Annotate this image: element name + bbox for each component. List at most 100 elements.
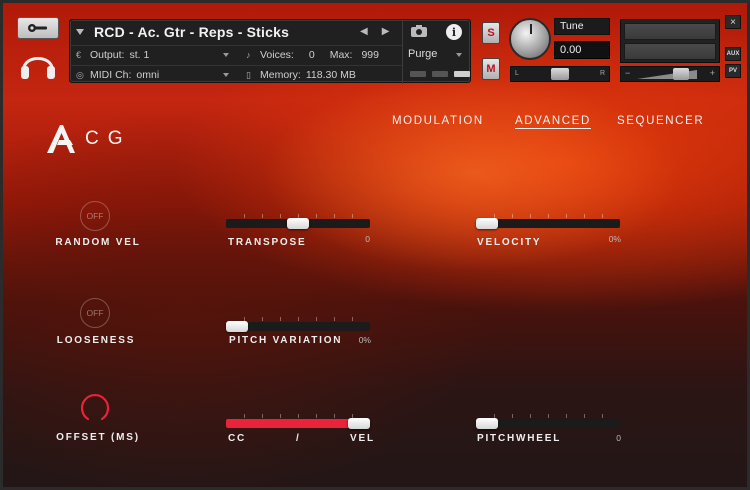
tab-modulation[interactable]: MODULATION — [392, 115, 484, 127]
offset-knob[interactable] — [80, 393, 110, 423]
output-field[interactable]: € Output: st. 1 — [76, 49, 149, 61]
divider — [402, 20, 403, 84]
midi-field[interactable]: ◎ MIDI Ch: omni — [76, 69, 159, 81]
mute-button[interactable]: M — [482, 58, 500, 80]
slider-tick — [262, 317, 263, 321]
slider-tick — [602, 414, 603, 418]
slider-tick — [530, 214, 531, 218]
output-icon: € — [76, 49, 82, 60]
instrument-nav-arrows: ◀ ▶ — [360, 26, 389, 37]
slider-tick — [602, 214, 603, 218]
slider-ticks — [476, 414, 620, 418]
voices-field: ♪ Voices: 0 Max: 999 — [246, 49, 379, 61]
camera-icon[interactable] — [410, 24, 428, 38]
instrument-name-bar[interactable]: RCD - Ac. Gtr - Reps - Sticks — [70, 20, 402, 44]
slider-ticks — [226, 414, 370, 418]
level-meter — [620, 19, 720, 63]
transpose-slider[interactable] — [226, 214, 370, 229]
pitch-variation-value: 0% — [358, 335, 371, 345]
info-icon[interactable]: i — [446, 24, 462, 40]
velocity-label: VELOCITY — [477, 237, 542, 248]
slider-tick — [262, 214, 263, 218]
slider-tick — [566, 414, 567, 418]
slider-tick — [584, 414, 585, 418]
output-row: € Output: st. 1 ♪ Voices: 0 Max: 999 — [70, 45, 402, 64]
tune-knob[interactable] — [509, 18, 551, 60]
velocity-thumb[interactable] — [476, 218, 498, 229]
meter-right — [624, 43, 716, 60]
memory-field: ▯ Memory: 118.30 MB — [246, 69, 356, 81]
volume-slider[interactable]: − + — [620, 66, 720, 82]
transpose-thumb[interactable] — [287, 218, 309, 229]
pitchwheel-value: 0 — [616, 433, 621, 443]
next-instrument-icon[interactable]: ▶ — [382, 26, 390, 37]
prev-instrument-icon[interactable]: ◀ — [360, 26, 368, 37]
looseness-toggle[interactable]: OFF — [80, 298, 110, 328]
slider-tick — [584, 214, 585, 218]
velocity-slider[interactable] — [476, 214, 620, 229]
wrench-button[interactable] — [17, 17, 59, 39]
volume-minus: − — [625, 68, 631, 78]
cc-vel-separator: / — [296, 433, 301, 444]
slider-tick — [262, 414, 263, 418]
slider-tick — [316, 317, 317, 321]
purge-dropdown-icon[interactable] — [456, 53, 462, 57]
random-vel-toggle[interactable]: OFF — [80, 201, 110, 231]
looseness-label: LOOSENESS — [56, 335, 136, 346]
voices-value: 0 — [308, 49, 315, 61]
slider-tick — [244, 214, 245, 218]
tab-sequencer[interactable]: SEQUENCER — [617, 115, 704, 127]
slider-tick — [512, 414, 513, 418]
plugin-window: RCD - Ac. Gtr - Reps - Sticks ◀ ▶ i € Ou… — [0, 0, 750, 490]
pan-slider[interactable]: L R — [510, 66, 610, 82]
memory-value: 118.30 MB — [305, 69, 356, 81]
output-label: Output: — [90, 49, 125, 61]
volume-handle[interactable] — [673, 68, 689, 80]
tune-value[interactable]: 0.00 — [554, 41, 610, 59]
wrench-icon — [28, 24, 47, 32]
offset-label: OFFSET (MS) — [56, 432, 140, 443]
cc-vel-thumb[interactable] — [348, 418, 370, 429]
instrument-name[interactable]: RCD - Ac. Gtr - Reps - Sticks — [94, 24, 289, 40]
slider-tick — [334, 414, 335, 418]
max-value[interactable]: 999 — [361, 49, 379, 61]
brand-logo: CG — [45, 121, 145, 157]
pitch-variation-slider[interactable] — [226, 317, 370, 332]
slider-tick — [334, 317, 335, 321]
meter-left — [624, 23, 716, 40]
voices-label: Voices: — [260, 49, 294, 61]
pitchwheel-label: PITCHWHEEL — [477, 433, 562, 444]
slider-tick — [280, 214, 281, 218]
cc-vel-fill — [226, 419, 359, 428]
slider-tick — [280, 317, 281, 321]
pv-button[interactable]: PV — [725, 64, 741, 78]
slider-tick — [548, 214, 549, 218]
headphones-icon[interactable] — [19, 47, 57, 81]
aux-button[interactable]: AUX — [725, 47, 741, 61]
led — [410, 71, 426, 77]
led — [454, 71, 470, 77]
cc-vel-slider[interactable] — [226, 414, 370, 429]
close-button[interactable]: × — [725, 15, 741, 29]
solo-button[interactable]: S — [482, 22, 500, 44]
output-dropdown-icon[interactable] — [223, 53, 229, 57]
pitchwheel-thumb[interactable] — [476, 418, 498, 429]
volume-plus: + — [709, 68, 715, 78]
acg-logo-icon — [47, 125, 75, 153]
slider-tick — [512, 214, 513, 218]
slider-tick — [530, 414, 531, 418]
slider-ticks — [476, 214, 620, 218]
pan-handle[interactable] — [551, 68, 569, 80]
tab-advanced[interactable]: ADVANCED — [515, 115, 591, 129]
pitch-variation-thumb[interactable] — [226, 321, 248, 332]
slider-tick — [548, 414, 549, 418]
collapse-triangle-icon[interactable] — [76, 29, 84, 35]
pitchwheel-slider[interactable] — [476, 414, 620, 429]
midi-label: MIDI Ch: — [90, 69, 132, 81]
random-vel-label: RANDOM VEL — [55, 237, 141, 248]
purge-menu[interactable]: Purge — [408, 48, 437, 60]
voices-icon: ♪ — [246, 49, 251, 60]
midi-dropdown-icon[interactable] — [223, 73, 229, 77]
velocity-value: 0% — [608, 234, 621, 244]
midi-value: omni — [136, 69, 160, 81]
